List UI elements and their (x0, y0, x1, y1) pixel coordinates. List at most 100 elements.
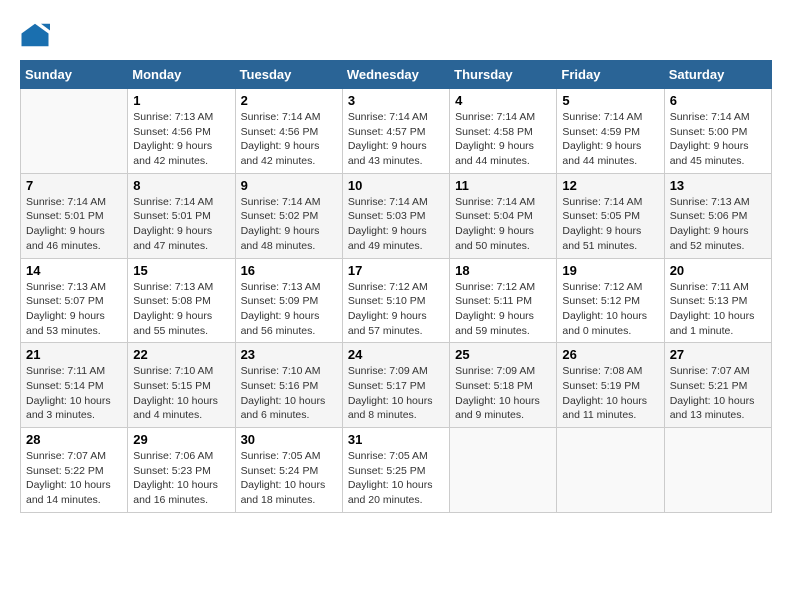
calendar-cell (450, 428, 557, 513)
day-info: Sunrise: 7:12 AMSunset: 5:12 PMDaylight:… (562, 280, 658, 339)
calendar-cell: 30 Sunrise: 7:05 AMSunset: 5:24 PMDayligh… (235, 428, 342, 513)
day-number: 9 (241, 178, 337, 193)
day-number: 22 (133, 347, 229, 362)
day-number: 18 (455, 263, 551, 278)
day-info: Sunrise: 7:14 AMSunset: 5:03 PMDaylight:… (348, 195, 444, 254)
day-info: Sunrise: 7:14 AMSunset: 4:56 PMDaylight:… (241, 110, 337, 169)
calendar-cell (664, 428, 771, 513)
day-info: Sunrise: 7:05 AMSunset: 5:25 PMDaylight:… (348, 449, 444, 508)
day-number: 8 (133, 178, 229, 193)
day-number: 10 (348, 178, 444, 193)
week-row-3: 21 Sunrise: 7:11 AMSunset: 5:14 PMDayligh… (21, 343, 772, 428)
day-number: 11 (455, 178, 551, 193)
day-number: 27 (670, 347, 766, 362)
day-info: Sunrise: 7:13 AMSunset: 4:56 PMDaylight:… (133, 110, 229, 169)
day-info: Sunrise: 7:06 AMSunset: 5:23 PMDaylight:… (133, 449, 229, 508)
day-info: Sunrise: 7:14 AMSunset: 5:01 PMDaylight:… (26, 195, 122, 254)
calendar-cell: 1 Sunrise: 7:13 AMSunset: 4:56 PMDaylight… (128, 89, 235, 174)
day-number: 21 (26, 347, 122, 362)
day-info: Sunrise: 7:14 AMSunset: 5:00 PMDaylight:… (670, 110, 766, 169)
day-info: Sunrise: 7:14 AMSunset: 4:57 PMDaylight:… (348, 110, 444, 169)
calendar-cell: 21 Sunrise: 7:11 AMSunset: 5:14 PMDayligh… (21, 343, 128, 428)
calendar-cell: 20 Sunrise: 7:11 AMSunset: 5:13 PMDayligh… (664, 258, 771, 343)
calendar-cell: 27Sunrise: 7:07 AMSunset: 5:21 PMDayligh… (664, 343, 771, 428)
day-number: 29 (133, 432, 229, 447)
day-header-sunday: Sunday (21, 61, 128, 89)
calendar-cell: 5 Sunrise: 7:14 AMSunset: 4:59 PMDaylight… (557, 89, 664, 174)
day-info: Sunrise: 7:09 AMSunset: 5:18 PMDaylight:… (455, 364, 551, 423)
calendar-cell: 25 Sunrise: 7:09 AMSunset: 5:18 PMDayligh… (450, 343, 557, 428)
calendar-cell: 22 Sunrise: 7:10 AMSunset: 5:15 PMDayligh… (128, 343, 235, 428)
calendar-cell: 24 Sunrise: 7:09 AMSunset: 5:17 PMDayligh… (342, 343, 449, 428)
week-row-0: 1 Sunrise: 7:13 AMSunset: 4:56 PMDaylight… (21, 89, 772, 174)
week-row-1: 7 Sunrise: 7:14 AMSunset: 5:01 PMDaylight… (21, 173, 772, 258)
day-info: Sunrise: 7:10 AMSunset: 5:15 PMDaylight:… (133, 364, 229, 423)
day-info: Sunrise: 7:13 AMSunset: 5:08 PMDaylight:… (133, 280, 229, 339)
day-number: 1 (133, 93, 229, 108)
day-number: 16 (241, 263, 337, 278)
week-row-4: 28Sunrise: 7:07 AMSunset: 5:22 PMDayligh… (21, 428, 772, 513)
calendar-cell: 14Sunrise: 7:13 AMSunset: 5:07 PMDayligh… (21, 258, 128, 343)
day-info: Sunrise: 7:12 AMSunset: 5:11 PMDaylight:… (455, 280, 551, 339)
day-info: Sunrise: 7:05 AMSunset: 5:24 PMDaylight:… (241, 449, 337, 508)
calendar-cell: 4 Sunrise: 7:14 AMSunset: 4:58 PMDaylight… (450, 89, 557, 174)
calendar-cell: 8 Sunrise: 7:14 AMSunset: 5:01 PMDaylight… (128, 173, 235, 258)
logo (20, 20, 54, 50)
day-number: 31 (348, 432, 444, 447)
calendar-cell: 3Sunrise: 7:14 AMSunset: 4:57 PMDaylight… (342, 89, 449, 174)
calendar-cell: 11 Sunrise: 7:14 AMSunset: 5:04 PMDayligh… (450, 173, 557, 258)
day-info: Sunrise: 7:11 AMSunset: 5:13 PMDaylight:… (670, 280, 766, 339)
day-info: Sunrise: 7:14 AMSunset: 4:58 PMDaylight:… (455, 110, 551, 169)
day-number: 25 (455, 347, 551, 362)
calendar-cell: 17 Sunrise: 7:12 AMSunset: 5:10 PMDayligh… (342, 258, 449, 343)
day-number: 12 (562, 178, 658, 193)
day-number: 17 (348, 263, 444, 278)
page-header (20, 20, 772, 50)
day-number: 20 (670, 263, 766, 278)
day-number: 4 (455, 93, 551, 108)
calendar-header-row: SundayMondayTuesdayWednesdayThursdayFrid… (21, 61, 772, 89)
day-number: 24 (348, 347, 444, 362)
day-number: 7 (26, 178, 122, 193)
calendar-cell: 29 Sunrise: 7:06 AMSunset: 5:23 PMDayligh… (128, 428, 235, 513)
calendar-table: SundayMondayTuesdayWednesdayThursdayFrid… (20, 60, 772, 513)
logo-icon (20, 20, 50, 50)
day-info: Sunrise: 7:13 AMSunset: 5:09 PMDaylight:… (241, 280, 337, 339)
day-number: 23 (241, 347, 337, 362)
calendar-cell: 12Sunrise: 7:14 AMSunset: 5:05 PMDayligh… (557, 173, 664, 258)
week-row-2: 14Sunrise: 7:13 AMSunset: 5:07 PMDayligh… (21, 258, 772, 343)
day-header-monday: Monday (128, 61, 235, 89)
day-info: Sunrise: 7:14 AMSunset: 5:01 PMDaylight:… (133, 195, 229, 254)
day-header-wednesday: Wednesday (342, 61, 449, 89)
day-info: Sunrise: 7:13 AMSunset: 5:07 PMDaylight:… (26, 280, 122, 339)
day-info: Sunrise: 7:09 AMSunset: 5:17 PMDaylight:… (348, 364, 444, 423)
calendar-cell: 31 Sunrise: 7:05 AMSunset: 5:25 PMDayligh… (342, 428, 449, 513)
day-number: 15 (133, 263, 229, 278)
day-info: Sunrise: 7:11 AMSunset: 5:14 PMDaylight:… (26, 364, 122, 423)
day-header-thursday: Thursday (450, 61, 557, 89)
day-number: 30 (241, 432, 337, 447)
day-info: Sunrise: 7:14 AMSunset: 5:04 PMDaylight:… (455, 195, 551, 254)
day-number: 5 (562, 93, 658, 108)
day-header-saturday: Saturday (664, 61, 771, 89)
day-info: Sunrise: 7:08 AMSunset: 5:19 PMDaylight:… (562, 364, 658, 423)
day-number: 26 (562, 347, 658, 362)
calendar-cell: 15 Sunrise: 7:13 AMSunset: 5:08 PMDayligh… (128, 258, 235, 343)
day-info: Sunrise: 7:13 AMSunset: 5:06 PMDaylight:… (670, 195, 766, 254)
day-number: 2 (241, 93, 337, 108)
day-info: Sunrise: 7:14 AMSunset: 4:59 PMDaylight:… (562, 110, 658, 169)
calendar-cell: 26 Sunrise: 7:08 AMSunset: 5:19 PMDayligh… (557, 343, 664, 428)
calendar-cell: 2 Sunrise: 7:14 AMSunset: 4:56 PMDaylight… (235, 89, 342, 174)
day-info: Sunrise: 7:07 AMSunset: 5:22 PMDaylight:… (26, 449, 122, 508)
day-header-tuesday: Tuesday (235, 61, 342, 89)
day-number: 19 (562, 263, 658, 278)
calendar-cell: 23Sunrise: 7:10 AMSunset: 5:16 PMDayligh… (235, 343, 342, 428)
day-info: Sunrise: 7:12 AMSunset: 5:10 PMDaylight:… (348, 280, 444, 339)
calendar-cell: 16 Sunrise: 7:13 AMSunset: 5:09 PMDayligh… (235, 258, 342, 343)
day-number: 6 (670, 93, 766, 108)
calendar-cell: 10 Sunrise: 7:14 AMSunset: 5:03 PMDayligh… (342, 173, 449, 258)
calendar-cell (21, 89, 128, 174)
calendar-cell: 9Sunrise: 7:14 AMSunset: 5:02 PMDaylight… (235, 173, 342, 258)
calendar-cell: 7 Sunrise: 7:14 AMSunset: 5:01 PMDaylight… (21, 173, 128, 258)
calendar-cell: 13Sunrise: 7:13 AMSunset: 5:06 PMDayligh… (664, 173, 771, 258)
